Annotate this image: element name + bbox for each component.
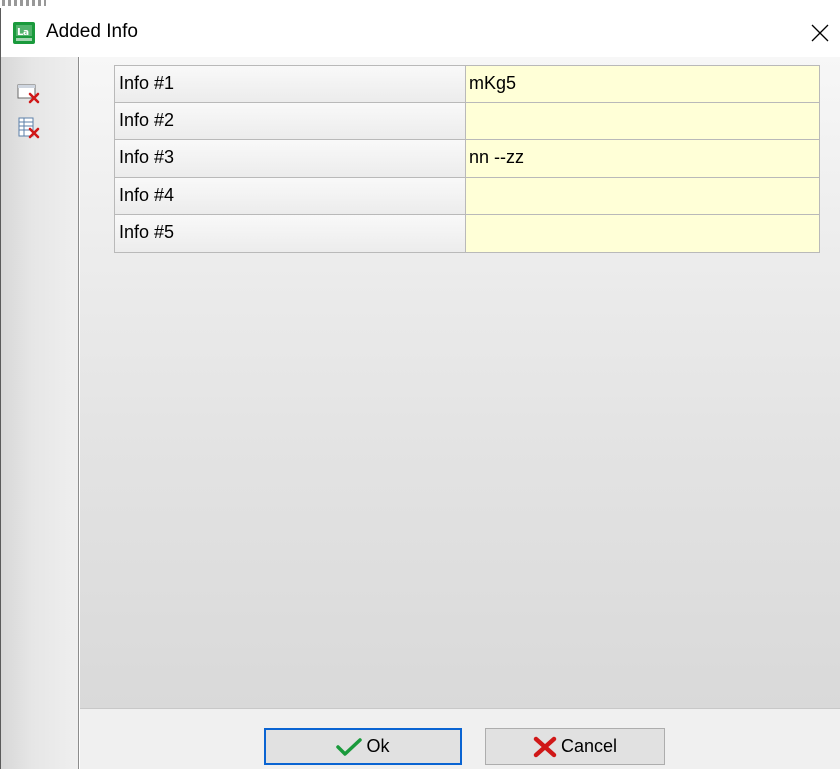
delete-table-icon — [18, 117, 40, 139]
ok-button[interactable]: Ok — [264, 728, 462, 765]
close-button[interactable] — [800, 8, 840, 57]
cancel-x-icon — [533, 736, 557, 757]
title-bar[interactable]: L a Added Info — [1, 8, 840, 57]
svg-text:a: a — [23, 28, 29, 38]
table-row: Info #5 — [114, 215, 820, 253]
row-value-field[interactable]: mKg5 — [466, 65, 820, 103]
cancel-label: Cancel — [560, 736, 618, 756]
row-label: Info #3 — [114, 140, 466, 178]
table-row: Info #1 mKg5 — [114, 65, 820, 103]
cancel-button[interactable]: Cancel — [485, 728, 665, 765]
window-title: Added Info — [46, 21, 138, 42]
background-strip — [0, 0, 840, 8]
row-label: Info #5 — [114, 215, 466, 253]
row-value-field[interactable] — [466, 215, 820, 253]
background-fragment — [2, 0, 46, 6]
added-info-dialog: L a Added Info Info #1 mKg5 Info #2 Info… — [0, 8, 840, 769]
checkmark-icon — [336, 737, 363, 756]
button-bar: Ok Cancel — [80, 708, 840, 769]
info-grid: Info #1 mKg5 Info #2 Info #3 nn --zz Inf… — [114, 65, 820, 253]
table-row: Info #3 nn --zz — [114, 140, 820, 178]
delete-table-button[interactable] — [15, 117, 43, 141]
row-value-field[interactable]: nn --zz — [466, 140, 820, 178]
delete-field-button[interactable] — [15, 81, 43, 105]
table-row: Info #2 — [114, 102, 820, 141]
left-toolbar — [1, 57, 79, 769]
delete-field-icon — [17, 84, 40, 104]
row-value-field[interactable] — [466, 177, 820, 216]
table-row: Info #4 — [114, 177, 820, 216]
app-logo-icon: L a — [13, 22, 35, 44]
content-area: Info #1 mKg5 Info #2 Info #3 nn --zz Inf… — [80, 57, 840, 708]
row-label: Info #2 — [114, 102, 466, 141]
ok-label: Ok — [366, 736, 390, 756]
row-label: Info #4 — [114, 177, 466, 216]
close-icon — [811, 24, 829, 41]
row-value-field[interactable] — [466, 102, 820, 141]
row-label: Info #1 — [114, 65, 466, 103]
